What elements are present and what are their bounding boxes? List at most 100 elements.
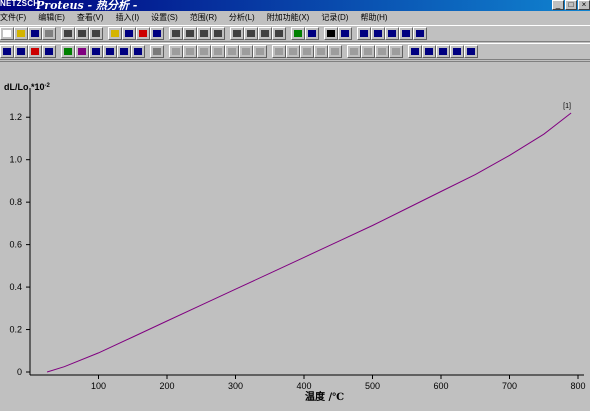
menu-settings[interactable]: 设置(S) — [145, 11, 184, 25]
title-bar: NETZSCH Proteus - 热分析 - _ □ × — [0, 0, 590, 11]
analysis-n-button[interactable] — [361, 45, 375, 58]
baseline-button[interactable] — [117, 45, 131, 58]
save-button[interactable] — [28, 27, 42, 40]
rectangle-tool-icon — [374, 30, 382, 37]
derivative-icon — [134, 48, 142, 55]
ellipse-tool-button[interactable] — [399, 27, 413, 40]
menu-view[interactable]: 查看(V) — [71, 11, 110, 25]
close-file-icon — [45, 30, 53, 37]
curve-edit-button[interactable] — [14, 45, 28, 58]
curve-shift-button[interactable] — [42, 45, 56, 58]
rectangle-tool-button[interactable] — [371, 27, 385, 40]
analysis-g-button[interactable] — [253, 45, 267, 58]
help-pointer-button[interactable] — [338, 27, 352, 40]
glass-transition-button[interactable] — [408, 45, 422, 58]
window-controls: _ □ × — [552, 0, 590, 11]
minimize-button[interactable]: _ — [552, 0, 564, 10]
zoom-in-icon — [233, 30, 241, 37]
analysis-p-icon — [392, 48, 400, 55]
analysis-e-button[interactable] — [225, 45, 239, 58]
menu-insert[interactable]: 插入(I) — [110, 11, 146, 25]
x-ticks: 100 200 300 400 500 600 700 800 — [91, 375, 586, 391]
derivative-button[interactable] — [131, 45, 145, 58]
menu-range[interactable]: 范围(R) — [184, 11, 223, 25]
analysis-c-button[interactable] — [197, 45, 211, 58]
app-logo: NETZSCH — [0, 0, 40, 8]
menu-extras[interactable]: 附加功能(X) — [261, 11, 316, 25]
onset-button[interactable] — [89, 45, 103, 58]
close-file-button[interactable] — [42, 27, 56, 40]
axes — [29, 88, 584, 376]
analysis-g-icon — [256, 48, 264, 55]
zoom-out-button[interactable] — [272, 27, 286, 40]
text-annotation-icon — [111, 30, 119, 37]
analysis-b-icon — [186, 48, 194, 55]
y-tick-label: 0.6 — [9, 240, 22, 250]
curve-shift-icon — [45, 48, 53, 55]
ellipse-tool-icon — [402, 30, 410, 37]
export-button[interactable] — [89, 27, 103, 40]
frame-tool-button[interactable] — [385, 27, 399, 40]
analysis-m-button[interactable] — [347, 45, 361, 58]
zoom-xy-button[interactable] — [258, 27, 272, 40]
bar-chart-icon — [153, 30, 161, 37]
expansion-curve[interactable] — [46, 112, 572, 373]
settings-button[interactable] — [61, 45, 75, 58]
analysis-o-button[interactable] — [375, 45, 389, 58]
step-button[interactable] — [422, 45, 436, 58]
table-icon — [125, 30, 133, 37]
x-tick-label: 600 — [433, 381, 448, 391]
expansion-plot: 0 0.2 0.4 0.6 0.8 1.0 1.2 100 200 300 400 500 600 70… — [4, 82, 586, 403]
analysis-a-button[interactable] — [169, 45, 183, 58]
expand-y-button[interactable] — [197, 27, 211, 40]
zoom-y-button[interactable] — [244, 27, 258, 40]
analysis-d-button[interactable] — [211, 45, 225, 58]
analysis-f-button[interactable] — [239, 45, 253, 58]
line-tool-button[interactable] — [413, 27, 427, 40]
peak-button[interactable] — [75, 45, 89, 58]
analysis-k-button[interactable] — [314, 45, 328, 58]
refresh-button[interactable] — [150, 45, 164, 58]
text-annotation-button[interactable] — [108, 27, 122, 40]
save-icon — [31, 30, 39, 37]
zoom-in-button[interactable] — [230, 27, 244, 40]
area-button[interactable] — [103, 45, 117, 58]
list-button[interactable] — [136, 27, 150, 40]
menu-edit[interactable]: 编辑(E) — [32, 11, 71, 25]
close-button[interactable]: × — [578, 0, 590, 10]
table-button[interactable] — [122, 27, 136, 40]
print-preview-button[interactable] — [61, 27, 75, 40]
sintering-button[interactable] — [450, 45, 464, 58]
expansion-coefficient-button[interactable] — [436, 45, 450, 58]
maximize-button[interactable]: □ — [565, 0, 577, 10]
analysis-i-button[interactable] — [286, 45, 300, 58]
analysis-b-button[interactable] — [183, 45, 197, 58]
delete-curve-button[interactable] — [169, 27, 183, 40]
print-button[interactable] — [75, 27, 89, 40]
text-tool-button[interactable] — [357, 27, 371, 40]
curve-scale-button[interactable] — [28, 45, 42, 58]
plot-area[interactable]: 0 0.2 0.4 0.6 0.8 1.0 1.2 100 200 300 400 500 600 70… — [0, 61, 590, 411]
menu-record[interactable]: 记录(D) — [315, 11, 354, 25]
zoom-fit-button[interactable] — [211, 27, 225, 40]
dilatometer-button[interactable] — [464, 45, 478, 58]
analysis-h-button[interactable] — [272, 45, 286, 58]
pointer-button[interactable] — [324, 27, 338, 40]
menu-file[interactable]: 文件(F) — [0, 11, 32, 25]
y-ticks: 0 0.2 0.4 0.6 0.8 1.0 1.2 — [9, 112, 30, 377]
analysis-l-icon — [331, 48, 339, 55]
analysis-l-button[interactable] — [328, 45, 342, 58]
analysis-p-button[interactable] — [389, 45, 403, 58]
analysis-j-button[interactable] — [300, 45, 314, 58]
bar-chart-button[interactable] — [150, 27, 164, 40]
expand-x-button[interactable] — [183, 27, 197, 40]
expand-y-icon — [200, 30, 208, 37]
curve-select-button[interactable] — [0, 45, 14, 58]
curve-down-icon — [308, 30, 316, 37]
menu-analysis[interactable]: 分析(L) — [223, 11, 261, 25]
open-folder-button[interactable] — [14, 27, 28, 40]
curve-up-button[interactable] — [291, 27, 305, 40]
new-file-button[interactable] — [0, 27, 14, 40]
curve-down-button[interactable] — [305, 27, 319, 40]
menu-help[interactable]: 帮助(H) — [354, 11, 393, 25]
